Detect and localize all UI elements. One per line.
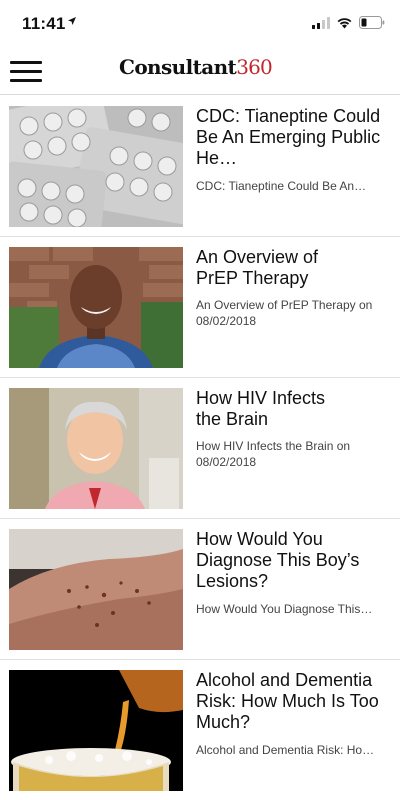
article-item[interactable]: An Overview of PrEP Therapy An Overview … (0, 237, 400, 378)
article-item[interactable]: Alcohol and Dementia Risk: How Much Is T… (0, 660, 400, 800)
article-thumbnail-portrait (9, 247, 183, 368)
article-thumbnail-pills (9, 106, 183, 227)
article-title[interactable]: How HIV Infects the Brain (196, 388, 346, 430)
wifi-icon (337, 18, 352, 29)
status-bar: 11:41 (0, 0, 400, 48)
battery-icon (359, 16, 385, 29)
article-thumbnail-beer (9, 670, 183, 791)
cellular-signal-icon (312, 17, 330, 29)
status-time: 11:41 (22, 14, 66, 33)
app-header: Consultant 360 (0, 48, 400, 95)
consultant360-logo[interactable]: Consultant 360 (119, 55, 273, 85)
article-title[interactable]: Alcohol and Dementia Risk: How Much Is T… (196, 670, 392, 733)
article-title[interactable]: An Overview of PrEP Therapy (196, 247, 346, 289)
article-item[interactable]: CDC: Tianeptine Could Be An Emerging Pub… (0, 96, 400, 237)
hamburger-menu-icon[interactable] (10, 61, 42, 83)
logo-number: 360 (236, 55, 273, 79)
article-item[interactable]: How Would You Diagnose This Boy’s Lesion… (0, 519, 400, 660)
article-subtitle: How HIV Infects the Brain on 08/02/2018 (196, 439, 351, 469)
article-thumbnail-foot-lesions (9, 529, 183, 650)
article-subtitle: How Would You Diagnose This… (196, 602, 373, 616)
article-thumbnail-portrait (9, 388, 183, 509)
article-title[interactable]: CDC: Tianeptine Could Be An Emerging Pub… (196, 106, 392, 169)
article-item[interactable]: How HIV Infects the Brain How HIV Infect… (0, 378, 400, 519)
article-subtitle: CDC: Tianeptine Could Be An… (196, 179, 367, 193)
location-arrow-icon (68, 17, 76, 25)
article-title[interactable]: How Would You Diagnose This Boy’s Lesion… (196, 529, 392, 592)
article-subtitle: Alcohol and Dementia Risk: Ho… (196, 743, 375, 757)
article-subtitle: An Overview of PrEP Therapy on 08/02/201… (196, 298, 373, 328)
logo-text: Consultant (119, 55, 237, 79)
